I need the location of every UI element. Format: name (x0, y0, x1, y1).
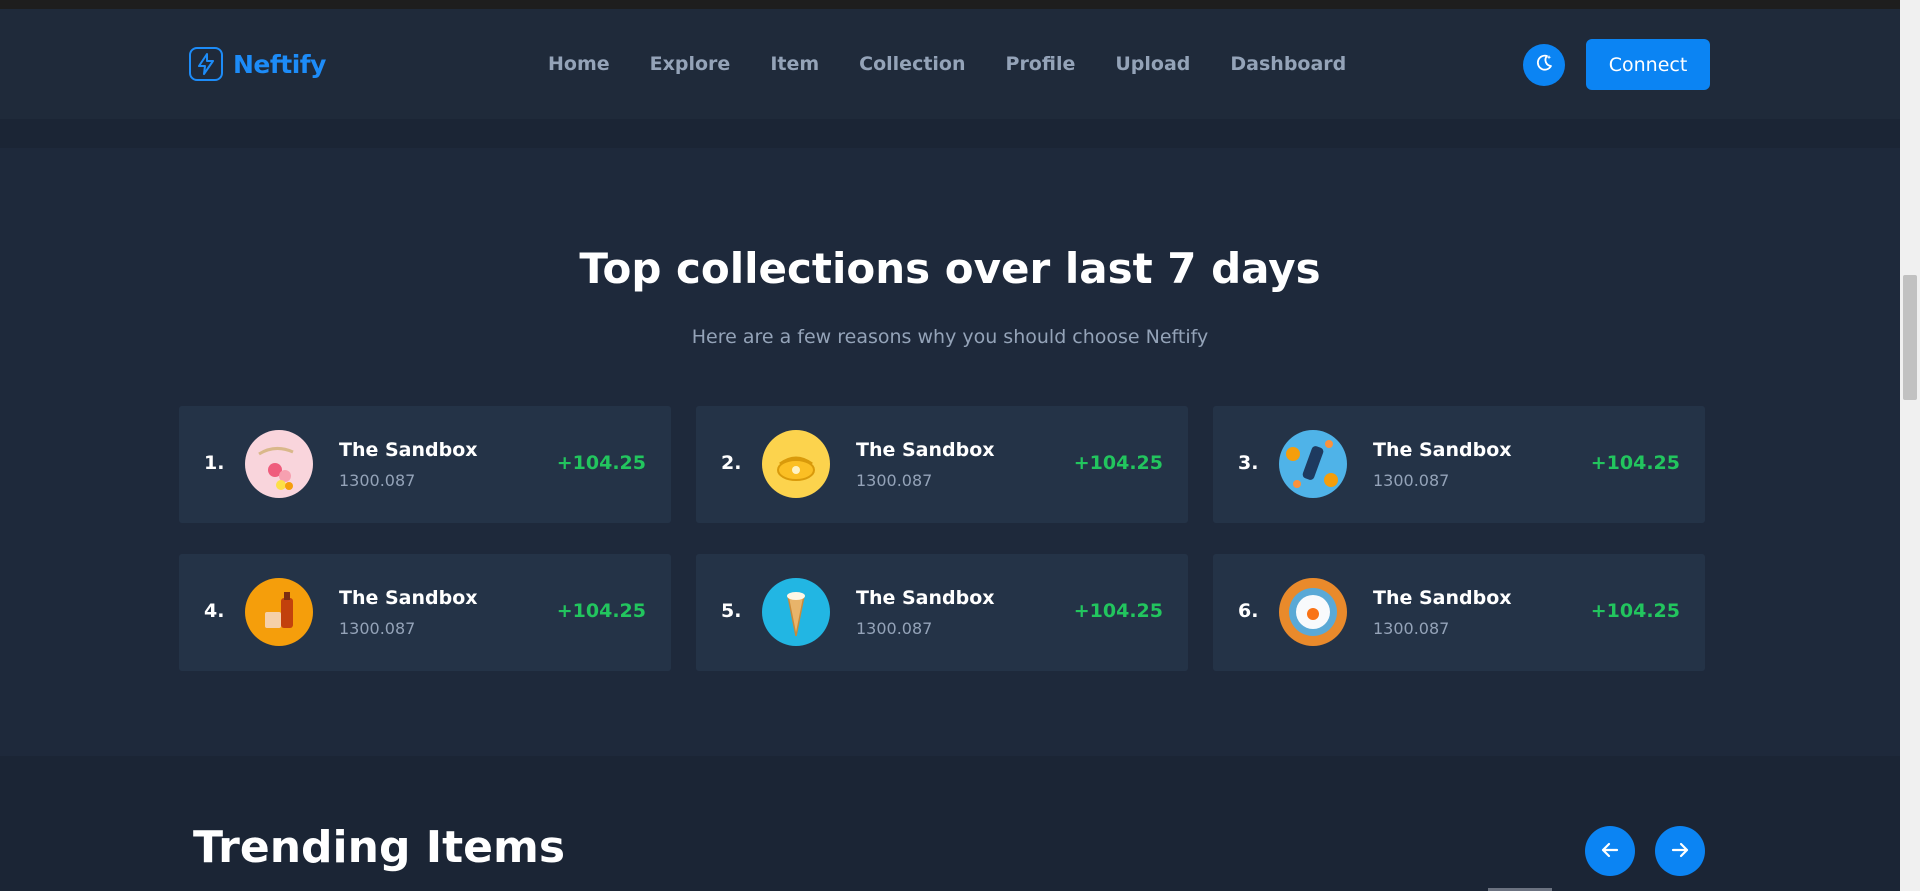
collection-card[interactable]: 6. The Sandbox 1300.087 +104.25 (1213, 554, 1705, 671)
section-title: Top collections over last 7 days (579, 244, 1321, 293)
collection-card[interactable]: 2. The Sandbox 1300.087 +104.25 (696, 406, 1188, 523)
collection-rank: 1. (204, 452, 225, 474)
collection-avatar (1279, 430, 1347, 498)
collection-change: +104.25 (1073, 600, 1163, 622)
collection-card[interactable]: 4. The Sandbox 1300.087 +104.25 (179, 554, 671, 671)
carousel-next-button[interactable] (1655, 826, 1705, 876)
collection-volume: 1300.087 (1373, 619, 1450, 638)
moon-icon (1534, 53, 1554, 77)
browser-top-strip (0, 0, 1900, 9)
collection-card[interactable]: 5. The Sandbox 1300.087 +104.25 (696, 554, 1188, 671)
brand-logo[interactable]: Neftify (189, 46, 326, 82)
collection-name: The Sandbox (856, 587, 995, 609)
collection-avatar (245, 578, 313, 646)
collection-name: The Sandbox (339, 587, 478, 609)
scrollbar-thumb[interactable] (1903, 275, 1917, 400)
carousel-prev-button[interactable] (1585, 826, 1635, 876)
collection-avatar (762, 578, 830, 646)
nav-home[interactable]: Home (548, 53, 610, 75)
collection-volume: 1300.087 (856, 471, 933, 490)
collection-card[interactable]: 1. The Sandbox 1300.087 +104.25 (179, 406, 671, 523)
nav-dashboard[interactable]: Dashboard (1230, 53, 1346, 75)
collection-change: +104.25 (1590, 600, 1680, 622)
nav-upload[interactable]: Upload (1115, 53, 1190, 75)
section-subtitle: Here are a few reasons why you should ch… (691, 326, 1209, 348)
navbar: Neftify Home Explore Item Collection Pro… (0, 9, 1900, 119)
section-divider (0, 119, 1900, 148)
bolt-icon (189, 47, 223, 81)
collection-rank: 6. (1238, 600, 1259, 622)
collection-volume: 1300.087 (339, 471, 416, 490)
collection-volume: 1300.087 (339, 619, 416, 638)
collection-rank: 5. (721, 600, 742, 622)
collection-rank: 2. (721, 452, 742, 474)
trending-title: Trending Items (193, 822, 566, 873)
collection-change: +104.25 (556, 452, 646, 474)
nav-item[interactable]: Item (770, 53, 819, 75)
collection-change: +104.25 (556, 600, 646, 622)
nav-explore[interactable]: Explore (650, 53, 731, 75)
connect-button[interactable]: Connect (1586, 39, 1710, 90)
theme-toggle-button[interactable] (1523, 44, 1565, 86)
collection-name: The Sandbox (1373, 587, 1512, 609)
collection-avatar (245, 430, 313, 498)
brand-name: Neftify (233, 49, 326, 79)
nav-profile[interactable]: Profile (1006, 53, 1076, 75)
collection-rank: 3. (1238, 452, 1259, 474)
collection-change: +104.25 (1073, 452, 1163, 474)
main-nav: Home Explore Item Collection Profile Upl… (548, 53, 1386, 75)
collection-name: The Sandbox (856, 439, 995, 461)
arrow-right-icon (1669, 839, 1691, 864)
collection-rank: 4. (204, 600, 225, 622)
arrow-left-icon (1599, 839, 1621, 864)
collection-avatar (1279, 578, 1347, 646)
vertical-scrollbar[interactable] (1900, 0, 1920, 891)
collection-name: The Sandbox (339, 439, 478, 461)
collection-card[interactable]: 3. The Sandbox 1300.087 +104.25 (1213, 406, 1705, 523)
nav-collection[interactable]: Collection (859, 53, 965, 75)
collection-name: The Sandbox (1373, 439, 1512, 461)
collection-volume: 1300.087 (1373, 471, 1450, 490)
collection-volume: 1300.087 (856, 619, 933, 638)
collection-avatar (762, 430, 830, 498)
collection-change: +104.25 (1590, 452, 1680, 474)
